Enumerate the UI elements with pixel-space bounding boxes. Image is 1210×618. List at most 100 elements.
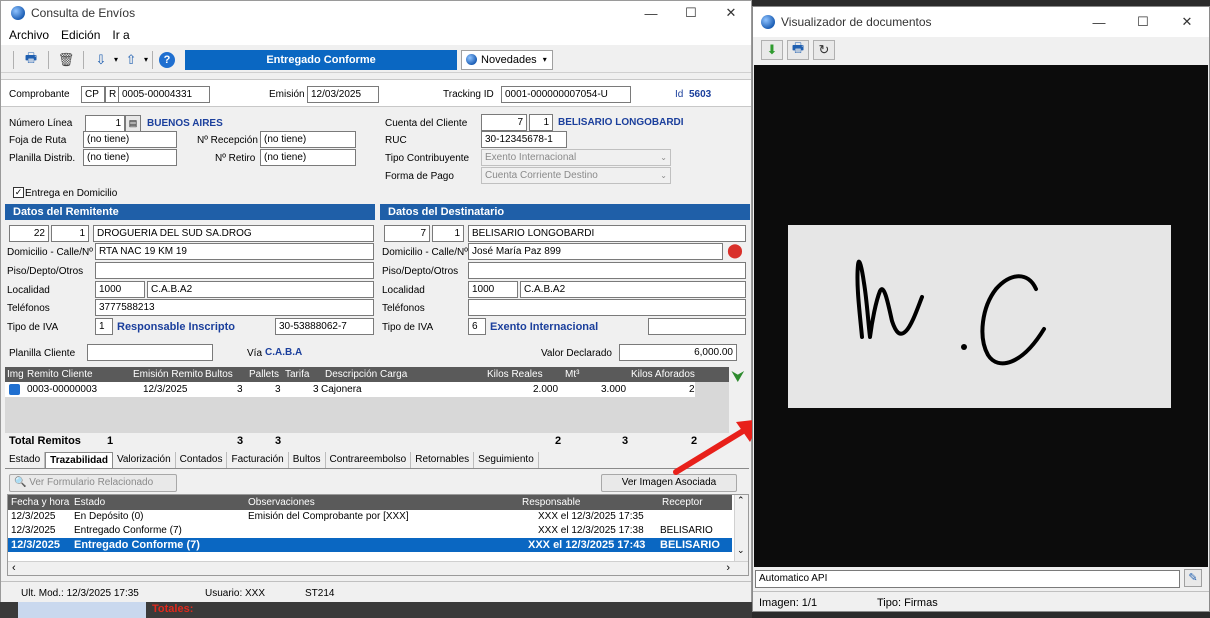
- comprobante-letter-field[interactable]: R: [105, 86, 119, 103]
- scroll-up-icon[interactable]: ⌃: [737, 495, 745, 506]
- tab-estado[interactable]: Estado: [5, 452, 46, 468]
- novedades-dropdown[interactable]: Novedades ▾: [461, 49, 554, 70]
- destinatario-cp-field[interactable]: 1000: [468, 281, 518, 298]
- viewer-minimize-icon[interactable]: —: [1077, 15, 1121, 30]
- source-field[interactable]: Automatico API: [755, 570, 1180, 588]
- lookup-icon[interactable]: ▤: [125, 115, 141, 132]
- horizontal-scrollbar[interactable]: ‹ ›: [8, 561, 748, 575]
- menu-archivo[interactable]: Archivo: [1, 28, 55, 42]
- remitente-code-field[interactable]: 22: [9, 225, 49, 242]
- scroll-down-icon[interactable]: ⌄: [737, 545, 745, 556]
- destinatario-name-field[interactable]: BELISARIO LONGOBARDI: [468, 225, 746, 242]
- destinatario-telefonos-label: Teléfonos: [382, 303, 425, 314]
- trash-icon[interactable]: 🗑: [55, 50, 77, 70]
- destinatario-block: 7 1 BELISARIO LONGOBARDI Domicilio - Cal…: [380, 221, 750, 341]
- ruc-field[interactable]: 30-12345678-1: [481, 131, 567, 148]
- table-row[interactable]: 12/3/2025 En Depósito (0) Emisión del Co…: [8, 510, 732, 524]
- help-icon[interactable]: ?: [159, 51, 176, 68]
- tipo-contrib-select[interactable]: Exento Internacional ⌄: [481, 149, 671, 166]
- tab-seguimiento[interactable]: Seguimiento: [474, 452, 539, 468]
- table-row[interactable]: 12/3/2025 Entregado Conforme (7) XXX el …: [8, 524, 732, 550]
- trazabilidad-grid: Fecha y hora Estado Observaciones Respon…: [7, 494, 749, 576]
- comprobante-type-field[interactable]: CP: [81, 86, 105, 103]
- tab-facturacion[interactable]: Facturación: [227, 452, 289, 468]
- viewer-close-icon[interactable]: ✕: [1165, 14, 1209, 30]
- remitente-telefonos-field[interactable]: 3777588213: [95, 299, 374, 316]
- remitente-domicilio-field[interactable]: RTA NAC 19 KM 19: [95, 243, 374, 260]
- emision-field[interactable]: 12/03/2025: [307, 86, 379, 103]
- destinatario-localidad-field[interactable]: C.A.B.A2: [520, 281, 746, 298]
- chevron-down-icon[interactable]: ▾: [144, 55, 148, 64]
- destinatario-cuit-field[interactable]: [648, 318, 746, 335]
- col-descripcion: Descripción Carga: [325, 369, 408, 380]
- destinatario-iva-code-field[interactable]: 6: [468, 318, 486, 335]
- edit-icon[interactable]: ✎: [1184, 569, 1202, 587]
- tracking-field[interactable]: 0001-000000007054-U: [501, 86, 631, 103]
- scroll-left-icon[interactable]: ‹: [12, 562, 16, 574]
- retiro-field[interactable]: (no tiene): [260, 149, 356, 166]
- planilla-cliente-field[interactable]: [87, 344, 213, 361]
- map-pin-icon[interactable]: ⬤: [726, 241, 744, 260]
- recepcion-field[interactable]: (no tiene): [260, 131, 356, 148]
- destinatario-piso-field[interactable]: [468, 262, 746, 279]
- remitente-cp-field[interactable]: 1000: [95, 281, 145, 298]
- remitente-piso-label: Piso/Depto/Otros: [7, 266, 84, 277]
- cuenta-num-field[interactable]: 7: [481, 114, 527, 131]
- tab-bultos[interactable]: Bultos: [289, 452, 326, 468]
- arrow-down-icon[interactable]: ⇩: [90, 50, 112, 70]
- entrega-domicilio-checkbox[interactable]: ✓: [13, 187, 24, 198]
- totals-row: Total Remitos 1 3 3 2 3 2: [5, 433, 751, 449]
- cell-bultos: 3: [237, 384, 243, 395]
- expand-chevrons-icon[interactable]: ⮟: [732, 368, 744, 385]
- destinatario-domicilio-label: Domicilio - Calle/Nº: [382, 247, 468, 258]
- remitente-piso-field[interactable]: [95, 262, 374, 279]
- id-label: Id: [675, 89, 684, 100]
- scroll-right-icon[interactable]: ›: [726, 562, 730, 574]
- minimize-icon[interactable]: —: [631, 6, 671, 21]
- destinatario-domicilio-field[interactable]: José María Paz 899: [468, 243, 723, 260]
- chevron-down-icon[interactable]: ▾: [114, 55, 118, 64]
- remitente-cuit-field[interactable]: 30-53888062-7: [275, 318, 374, 335]
- planilla-field[interactable]: (no tiene): [83, 149, 177, 166]
- remitente-sub-field[interactable]: 1: [51, 225, 89, 242]
- destinatario-telefonos-field[interactable]: [468, 299, 746, 316]
- tab-contados[interactable]: Contados: [176, 452, 228, 468]
- arrow-up-icon[interactable]: ⇧: [120, 50, 142, 70]
- remitente-name-field[interactable]: DROGUERIA DEL SUD SA.DROG: [93, 225, 374, 242]
- close-icon[interactable]: ✕: [711, 5, 751, 21]
- ver-formulario-button[interactable]: 🔍 Ver Formulario Relacionado: [9, 474, 177, 492]
- search-icon: 🔍: [14, 477, 27, 488]
- destinatario-code-field[interactable]: 7: [384, 225, 430, 242]
- table-row[interactable]: 0003-00000003 12/3/2025 3 3 3 Cajonera 2…: [5, 382, 695, 397]
- print-icon[interactable]: 🖶: [20, 50, 42, 70]
- toolbar-separator: [48, 50, 49, 69]
- total-pallets: 3: [275, 435, 282, 447]
- vertical-scrollbar[interactable]: ⌃ ⌄: [734, 495, 748, 561]
- viewer-maximize-icon[interactable]: ☐: [1121, 14, 1165, 30]
- remitos-grid-header: Img Remito Cliente Emisión Remito Bultos…: [5, 367, 729, 382]
- tab-trazabilidad[interactable]: Trazabilidad: [45, 452, 113, 468]
- download-icon[interactable]: ⬇: [761, 40, 783, 60]
- menu-edicion[interactable]: Edición: [55, 28, 106, 42]
- print-icon[interactable]: 🖶: [787, 40, 809, 60]
- remitente-iva-code-field[interactable]: 1: [95, 318, 113, 335]
- app-globe-icon: [11, 6, 25, 20]
- rotate-icon[interactable]: ↻: [813, 40, 835, 60]
- image-icon[interactable]: [9, 384, 20, 395]
- tab-valorizacion[interactable]: Valorización: [113, 452, 176, 468]
- numero-linea-name: BUENOS AIRES: [147, 118, 223, 129]
- tab-retornables[interactable]: Retornables: [411, 452, 475, 468]
- remitente-localidad-field[interactable]: C.A.B.A2: [147, 281, 374, 298]
- maximize-icon[interactable]: ☐: [671, 5, 711, 21]
- numero-linea-field[interactable]: 1: [85, 115, 125, 132]
- table-row-selected[interactable]: 12/3/2025 Entregado Conforme (7) XXX el …: [8, 538, 732, 552]
- menu-ir-a[interactable]: Ir a: [106, 28, 135, 42]
- tipo-contrib-value: Exento Internacional: [485, 152, 577, 163]
- valor-declarado-field[interactable]: 6,000.00: [619, 344, 737, 361]
- destinatario-sub-field[interactable]: 1: [432, 225, 464, 242]
- tab-contrareembolso[interactable]: Contrareembolso: [326, 452, 412, 468]
- foja-field[interactable]: (no tiene): [83, 131, 177, 148]
- comprobante-number-field[interactable]: 0005-00004331: [118, 86, 210, 103]
- cuenta-sub-field[interactable]: 1: [529, 114, 553, 131]
- forma-pago-select[interactable]: Cuenta Corriente Destino ⌄: [481, 167, 671, 184]
